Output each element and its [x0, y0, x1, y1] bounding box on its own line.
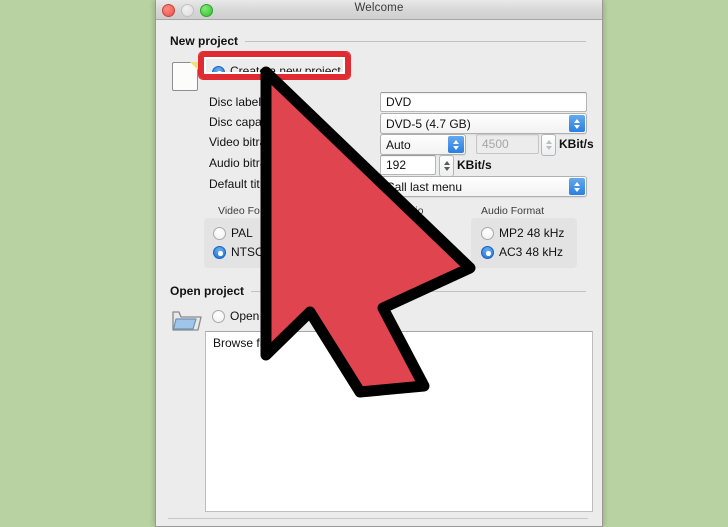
video-bitrate-unit: KBit/s [559, 137, 594, 151]
window-titlebar[interactable]: Welcome [156, 0, 602, 20]
audio-bitrate-unit: KBit/s [457, 158, 492, 172]
open-existing-project-label: Open a [230, 309, 270, 323]
window-title: Welcome [354, 2, 404, 14]
new-project-group-header: New project [170, 34, 586, 48]
aspect-ratio-label: Ratio [399, 205, 424, 217]
video-bitrate-mode-value: Auto [386, 138, 411, 152]
group-rule [251, 290, 586, 292]
open-project-group-label: Open project [170, 284, 245, 298]
new-project-group-label: New project [170, 34, 239, 48]
welcome-dialog-window: Welcome New project Create a new project… [155, 0, 603, 527]
recent-projects-list[interactable]: Browse fil [205, 331, 593, 512]
disc-capacity-label: Disc capacity [209, 115, 280, 129]
disc-capacity-value: DVD-5 (4.7 GB) [386, 117, 471, 131]
chevron-updown-icon [569, 178, 585, 195]
video-bitrate-stepper[interactable] [541, 134, 556, 156]
list-item[interactable]: Browse fil [213, 336, 265, 350]
footer-divider [168, 518, 588, 519]
open-project-group-header: Open project [170, 284, 586, 298]
audio-bitrate-input[interactable]: 192 [380, 155, 436, 175]
group-rule [245, 40, 586, 42]
disc-label-input[interactable]: DVD [380, 92, 587, 112]
screenshot-root: Welcome New project Create a new project… [0, 0, 728, 527]
audio-format-label: Audio Format [481, 205, 545, 217]
video-format-label: Video Format [218, 205, 281, 217]
audio-bitrate-stepper[interactable] [439, 155, 454, 177]
video-bitrate-mode-select[interactable]: Auto [380, 134, 466, 155]
chevron-updown-icon [448, 136, 464, 153]
video-format-ntsc-radio[interactable] [213, 246, 226, 259]
highlight-annotation [199, 52, 350, 79]
audio-format-ac3-label: AC3 48 kHz [499, 245, 564, 259]
video-format-group [204, 218, 302, 268]
video-format-ntsc-label: NTSC [231, 245, 264, 259]
video-format-pal-label: PAL [231, 226, 253, 240]
dialog-body: New project Create a new project Disc la… [156, 20, 602, 526]
document-icon [172, 62, 198, 91]
video-format-pal-radio[interactable] [213, 227, 226, 240]
aspect-ratio-group [320, 218, 418, 268]
disc-label-label: Disc label [209, 95, 262, 109]
disc-capacity-select[interactable]: DVD-5 (4.7 GB) [380, 113, 587, 134]
audio-bitrate-label: Audio bitrate [209, 156, 277, 170]
default-title-value: Call last menu [386, 180, 463, 194]
default-title-label: Default title [209, 177, 270, 191]
default-title-select[interactable]: Call last menu [380, 176, 587, 197]
folder-icon [172, 308, 202, 332]
chevron-updown-icon [569, 115, 585, 132]
open-existing-project-radio[interactable] [212, 310, 225, 323]
audio-format-ac3-radio[interactable] [481, 246, 494, 259]
audio-format-mp2-label: MP2 48 kHz [499, 226, 565, 240]
video-bitrate-label: Video bitrate [209, 135, 277, 149]
audio-format-mp2-radio[interactable] [481, 227, 494, 240]
video-bitrate-input[interactable]: 4500 [476, 134, 539, 154]
